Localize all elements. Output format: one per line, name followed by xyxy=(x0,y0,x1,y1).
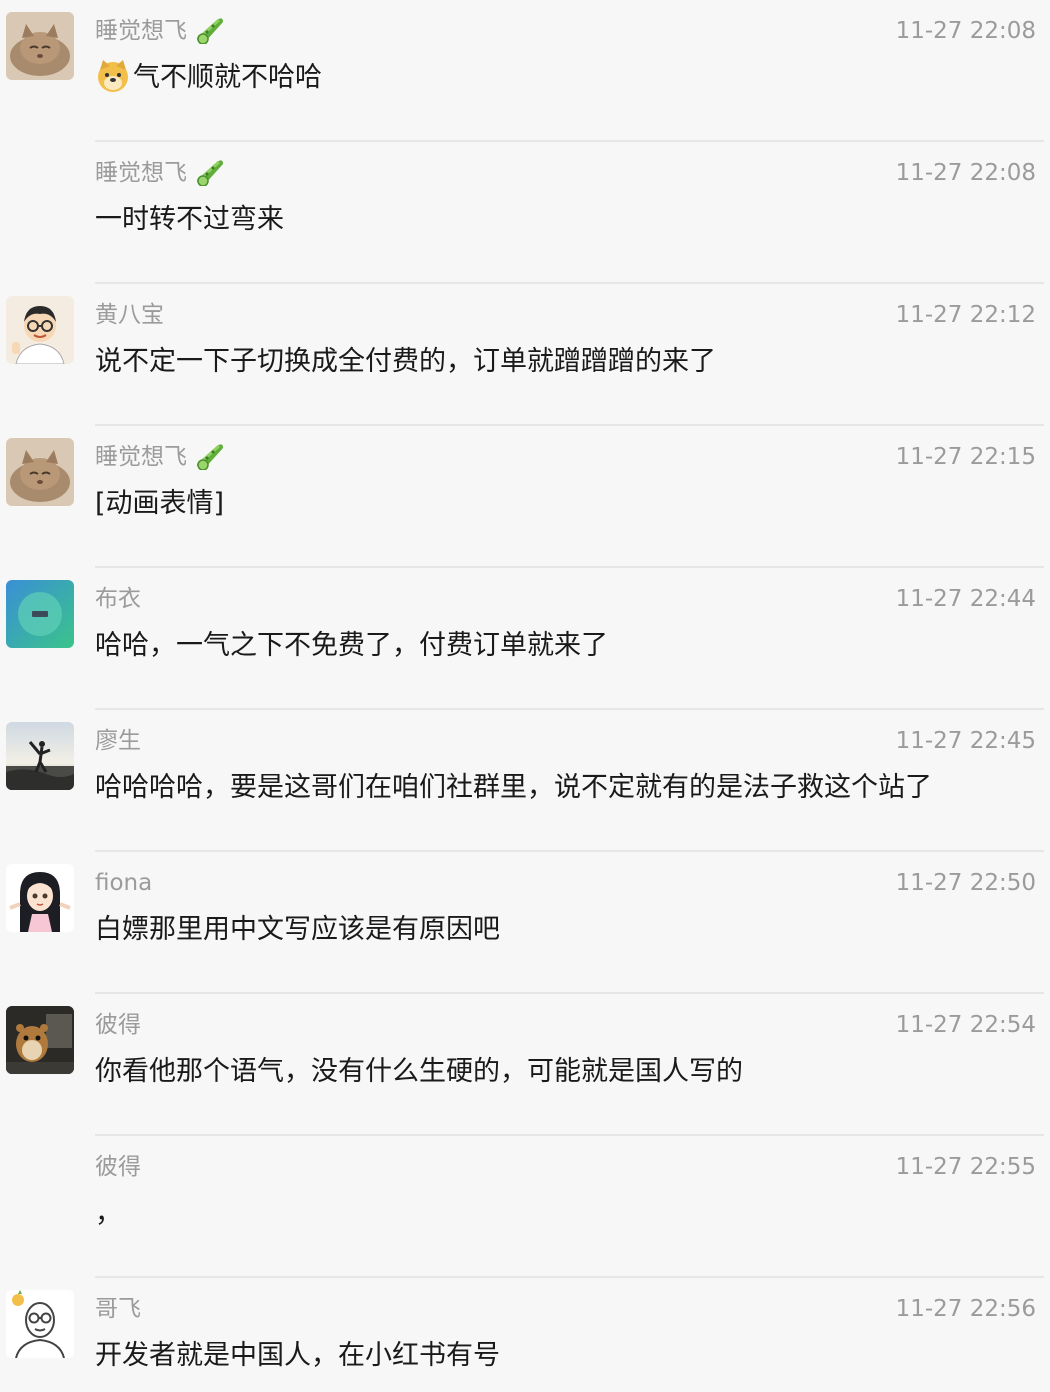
cat-avatar-icon xyxy=(6,12,74,80)
message-item: 哥飞 11-27 22:56 开发者就是中国人，在小红书有号 xyxy=(0,1278,1050,1392)
sender-name[interactable]: 彼得 xyxy=(95,1008,141,1042)
cucumber-icon xyxy=(193,440,227,471)
message-text: 气不顺就不哈哈 xyxy=(95,58,322,98)
green-circle-avatar-icon xyxy=(6,580,74,648)
message-text: 哈哈，一气之下不免费了，付费订单就来了 xyxy=(95,630,608,661)
message-item: 睡觉想飞 11-27 22:08 气不顺就不哈哈 xyxy=(0,0,1050,142)
message-item: 廖生 11-27 22:45 哈哈哈哈，要是这哥们在咱们社群里，说不定就有的是法… xyxy=(0,710,1050,852)
message-time: 11-27 22:55 xyxy=(895,1154,1036,1180)
cartoon-man-avatar-icon xyxy=(6,296,74,364)
message-item: 黄八宝 11-27 22:12 说不定一下子切换成全付费的，订单就蹭蹭蹭的来了 xyxy=(0,284,1050,426)
message-time: 11-27 22:54 xyxy=(895,1012,1036,1038)
message-time: 11-27 22:44 xyxy=(895,586,1036,612)
message-item: 睡觉想飞 11-27 22:08 一时转不过弯来 xyxy=(0,142,1050,284)
anime-girl-avatar-icon xyxy=(6,864,74,932)
avatar[interactable] xyxy=(6,12,74,80)
avatar[interactable] xyxy=(6,864,74,932)
sender-name[interactable]: fiona xyxy=(95,866,152,900)
message-text: 白嫖那里用中文写应该是有原因吧 xyxy=(95,914,500,945)
message-text: 哈哈哈哈，要是这哥们在咱们社群里，说不定就有的是法子救这个站了 xyxy=(95,772,932,803)
hamster-avatar-icon xyxy=(6,1006,74,1074)
avatar[interactable] xyxy=(6,1290,74,1358)
doge-icon xyxy=(95,58,131,94)
message-text: [动画表情] xyxy=(95,488,225,519)
message-time: 11-27 22:15 xyxy=(895,444,1036,470)
sender-name[interactable]: 睡觉想飞 xyxy=(95,156,227,190)
sender-name[interactable]: 廖生 xyxy=(95,724,141,758)
avatar[interactable] xyxy=(6,722,74,790)
message-item: 彼得 11-27 22:54 你看他那个语气，没有什么生硬的，可能就是国人写的 xyxy=(0,994,1050,1136)
message-time: 11-27 22:56 xyxy=(895,1296,1036,1322)
sender-name[interactable]: 哥飞 xyxy=(95,1292,141,1326)
sender-name[interactable]: 布衣 xyxy=(95,582,141,616)
cucumber-icon xyxy=(193,14,227,45)
message-text: 一时转不过弯来 xyxy=(95,204,284,235)
message-text: 说不定一下子切换成全付费的，订单就蹭蹭蹭的来了 xyxy=(95,346,716,377)
avatar[interactable] xyxy=(6,438,74,506)
cat-avatar-icon xyxy=(6,438,74,506)
message-list: 睡觉想飞 11-27 22:08 气不顺就不哈哈 睡觉想飞 11-27 22:0… xyxy=(0,0,1050,1392)
message-text: 你看他那个语气，没有什么生硬的，可能就是国人写的 xyxy=(95,1056,743,1087)
message-time: 11-27 22:08 xyxy=(895,160,1036,186)
message-item: 睡觉想飞 11-27 22:15 [动画表情] xyxy=(0,426,1050,568)
sender-name[interactable]: 睡觉想飞 xyxy=(95,440,227,474)
sketch-man-avatar-icon xyxy=(6,1290,74,1358)
message-time: 11-27 22:12 xyxy=(895,302,1036,328)
avatar[interactable] xyxy=(6,296,74,364)
sender-name[interactable]: 黄八宝 xyxy=(95,298,164,332)
avatar[interactable] xyxy=(6,580,74,648)
avatar[interactable] xyxy=(6,1006,74,1074)
message-text: 开发者就是中国人，在小红书有号 xyxy=(95,1340,500,1371)
cucumber-icon xyxy=(193,156,227,187)
sender-name[interactable]: 睡觉想飞 xyxy=(95,14,227,48)
sender-name[interactable]: 彼得 xyxy=(95,1150,141,1184)
message-item: fiona 11-27 22:50 白嫖那里用中文写应该是有原因吧 xyxy=(0,852,1050,994)
message-item: 布衣 11-27 22:44 哈哈，一气之下不免费了，付费订单就来了 xyxy=(0,568,1050,710)
message-text: ， xyxy=(95,1198,122,1229)
beach-silhouette-avatar-icon xyxy=(6,722,74,790)
message-time: 11-27 22:08 xyxy=(895,18,1036,44)
message-time: 11-27 22:50 xyxy=(895,870,1036,896)
message-item: 彼得 11-27 22:55 ， xyxy=(0,1136,1050,1278)
message-time: 11-27 22:45 xyxy=(895,728,1036,754)
